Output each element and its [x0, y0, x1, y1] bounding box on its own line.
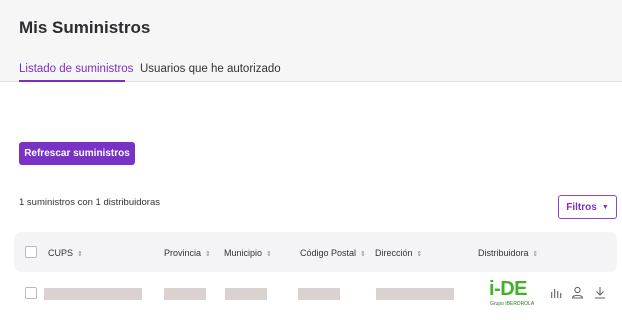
sort-icon: ⇕	[360, 251, 366, 258]
refresh-button[interactable]: Refrescar suministros	[19, 142, 135, 165]
direccion-value-redacted	[376, 288, 454, 300]
cups-value-redacted	[44, 288, 142, 300]
codigo-postal-value-redacted	[298, 288, 340, 300]
filters-button[interactable]: Filtros ▼	[558, 195, 617, 219]
column-header-municipio[interactable]: Municipio ⇕	[224, 248, 272, 258]
column-header-provincia[interactable]: Provincia ⇕	[164, 248, 211, 258]
sort-icon: ⇕	[416, 251, 423, 258]
sort-icon: ⇕	[205, 251, 211, 258]
tab-listado-suministros[interactable]: Listado de suministros	[19, 63, 133, 75]
provincia-value-redacted	[164, 288, 206, 300]
select-all-checkbox[interactable]	[25, 246, 37, 258]
column-header-codigo-postal[interactable]: Código Postal ⇕	[300, 248, 366, 258]
active-tab-indicator	[19, 80, 125, 82]
caret-down-icon: ▼	[601, 203, 609, 211]
column-header-direccion[interactable]: Dirección ⇕	[375, 248, 422, 258]
sort-icon: ⇕	[266, 251, 272, 258]
logo-text: i-DE	[489, 278, 528, 300]
column-label: Provincia	[164, 248, 202, 258]
municipio-value-redacted	[225, 288, 267, 300]
column-label: Código Postal	[300, 248, 357, 258]
column-header-distribuidora[interactable]: Distribuidora ⇕	[478, 248, 538, 258]
column-label: CUPS	[48, 248, 74, 258]
sort-icon: ⇕	[77, 251, 83, 258]
row-checkbox[interactable]	[25, 287, 37, 299]
sort-icon: ⇕	[532, 251, 539, 258]
tab-usuarios-autorizados[interactable]: Usuarios que he autorizado	[140, 63, 281, 75]
column-header-cups[interactable]: CUPS ⇕	[48, 248, 83, 258]
distributor-logo: i-DE Grupo IBERDROLA	[489, 278, 535, 308]
user-icon[interactable]	[570, 285, 584, 300]
column-label: Dirección	[375, 248, 413, 258]
logo-subtext: Grupo IBERDROLA	[490, 301, 535, 307]
chart-icon[interactable]	[549, 285, 563, 300]
column-label: Distribuidora	[478, 248, 529, 258]
filters-label: Filtros	[566, 201, 597, 213]
supply-summary: 1 suministros con 1 distribuidoras	[19, 197, 160, 208]
page-title: Mis Suministros	[19, 18, 151, 37]
column-label: Municipio	[224, 248, 263, 258]
download-icon[interactable]	[593, 285, 607, 300]
